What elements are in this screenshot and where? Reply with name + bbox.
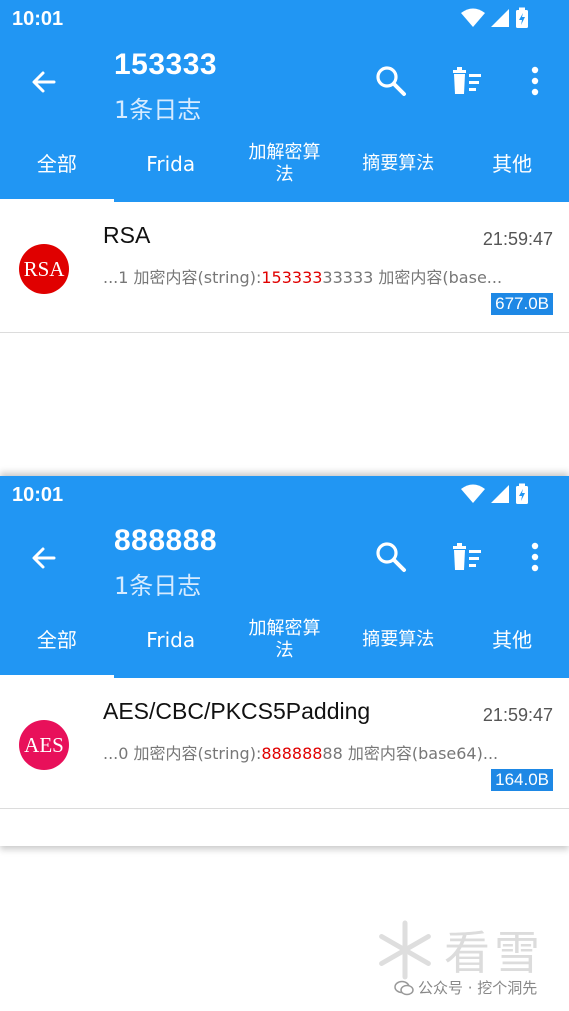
algorithm-name: RSA — [103, 222, 151, 248]
system-icons — [461, 7, 529, 29]
status-bar: 10:01 — [0, 0, 569, 40]
clear-log-icon[interactable] — [450, 64, 484, 98]
list-item[interactable]: AES AES/CBC/PKCS5Padding 21:59:47 ...0 加… — [0, 678, 569, 809]
log-preview: ...1 加密内容(string):15333333333 加密内容(base.… — [103, 264, 502, 288]
signal-icon — [491, 9, 509, 27]
system-icons — [461, 483, 529, 505]
search-icon[interactable] — [374, 64, 408, 98]
tab-other[interactable]: 其他 — [455, 602, 569, 678]
log-count: 1条日志 — [114, 96, 202, 124]
preview-prefix: ...1 加密内容(string): — [103, 268, 262, 287]
back-arrow-icon[interactable] — [28, 66, 60, 98]
more-vert-icon[interactable] — [518, 540, 552, 574]
clear-log-icon[interactable] — [450, 540, 484, 574]
snowflake-icon — [379, 920, 431, 980]
log-time: 21:59:47 — [482, 705, 553, 725]
wechat-icon — [394, 980, 414, 995]
tab-bar: 全部 Frida 加解密算法 摘要算法 其他 — [0, 126, 569, 202]
preview-prefix: ...0 加密内容(string): — [103, 744, 262, 763]
preview-suffix: 33333 加密内容(base... — [322, 268, 503, 287]
search-icon[interactable] — [374, 540, 408, 574]
watermark-credit-text: 公众号 · 挖个洞先 — [418, 979, 538, 997]
battery-charging-icon — [516, 7, 528, 28]
algorithm-name: AES/CBC/PKCS5Padding — [103, 698, 371, 724]
screen-1: 10:01 153333 1条日志 全部 Frida 加解密算法 摘要算法 其他… — [0, 0, 569, 475]
tab-crypto[interactable]: 加解密算法 — [228, 126, 342, 202]
tab-frida[interactable]: Frida — [114, 602, 228, 678]
size-badge: 677.0B — [491, 293, 553, 315]
tab-crypto[interactable]: 加解密算法 — [228, 602, 342, 678]
watermark-credit: 公众号 · 挖个洞先 — [394, 977, 537, 998]
tab-crypto-label: 加解密算法 — [248, 618, 321, 661]
wifi-icon — [461, 484, 485, 503]
tab-all[interactable]: 全部 — [0, 602, 114, 678]
signal-icon — [491, 485, 509, 503]
tab-digest[interactable]: 摘要算法 — [341, 126, 455, 202]
status-bar: 10:01 — [0, 476, 569, 516]
tab-frida[interactable]: Frida — [114, 126, 228, 202]
tab-crypto-label: 加解密算法 — [248, 142, 321, 185]
toolbar: 888888 1条日志 — [0, 516, 569, 602]
status-time: 10:01 — [12, 484, 64, 506]
tab-digest[interactable]: 摘要算法 — [341, 602, 455, 678]
tab-other[interactable]: 其他 — [455, 126, 569, 202]
log-preview: ...0 加密内容(string):88888888 加密内容(base64).… — [103, 740, 498, 764]
preview-suffix: 88 加密内容(base64)... — [322, 744, 499, 763]
preview-highlight: 888888 — [261, 744, 323, 763]
algorithm-avatar: RSA — [19, 244, 69, 294]
tab-bar: 全部 Frida 加解密算法 摘要算法 其他 — [0, 602, 569, 678]
page-title: 888888 — [114, 524, 218, 557]
size-badge: 164.0B — [491, 769, 553, 791]
page-title: 153333 — [114, 48, 218, 81]
screen-2: 10:01 888888 1条日志 全部 Frida 加解密算法 摘要算法 其他… — [0, 476, 569, 846]
toolbar: 153333 1条日志 — [0, 40, 569, 126]
app-bar: 10:01 153333 1条日志 全部 Frida 加解密算法 摘要算法 其他 — [0, 0, 569, 202]
tab-all[interactable]: 全部 — [0, 126, 114, 202]
battery-charging-icon — [516, 483, 528, 504]
back-arrow-icon[interactable] — [28, 542, 60, 574]
more-vert-icon[interactable] — [518, 64, 552, 98]
watermark-brand: 看雪 — [444, 926, 544, 980]
log-count: 1条日志 — [114, 572, 202, 600]
preview-highlight: 153333 — [261, 268, 323, 287]
status-time: 10:01 — [12, 8, 64, 30]
wifi-icon — [461, 8, 485, 27]
log-time: 21:59:47 — [482, 229, 553, 249]
list-item[interactable]: RSA RSA 21:59:47 ...1 加密内容(string):15333… — [0, 202, 569, 333]
app-bar: 10:01 888888 1条日志 全部 Frida 加解密算法 摘要算法 其他 — [0, 476, 569, 678]
watermark: 看雪 公众号 · 挖个洞先 — [370, 915, 560, 1005]
algorithm-avatar: AES — [19, 720, 69, 770]
